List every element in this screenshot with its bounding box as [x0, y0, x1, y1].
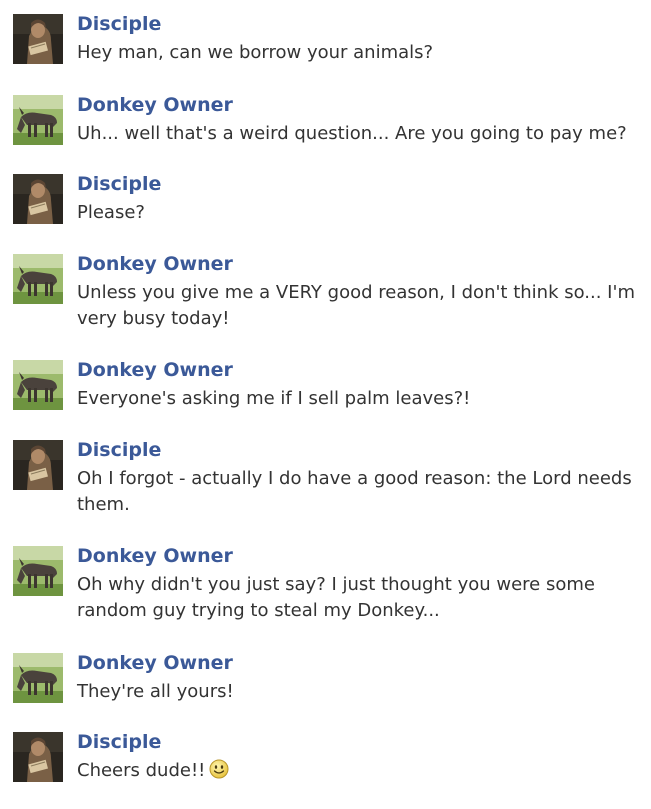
message-text: Cheers dude!! — [77, 758, 637, 787]
disciple-avatar[interactable] — [13, 732, 63, 782]
donkey-avatar[interactable] — [13, 254, 63, 304]
sender-name[interactable]: Donkey Owner — [77, 252, 233, 276]
sender-name[interactable]: Disciple — [77, 730, 161, 754]
sender-name[interactable]: Donkey Owner — [77, 651, 233, 675]
sender-name[interactable]: Donkey Owner — [77, 544, 233, 568]
donkey-avatar[interactable] — [13, 653, 63, 703]
message-text: Hey man, can we borrow your animals? — [77, 42, 434, 63]
sender-name[interactable]: Disciple — [77, 438, 161, 462]
message-text-content: Cheers dude!! — [77, 760, 206, 781]
message-text: Unless you give me a VERY good reason, I… — [77, 282, 635, 329]
message-text: Oh I forgot - actually I do have a good … — [77, 468, 632, 515]
disciple-avatar[interactable] — [13, 174, 63, 224]
message-text: They're all yours! — [77, 681, 234, 702]
message-text: Oh why didn't you just say? I just thoug… — [77, 574, 595, 621]
sender-name[interactable]: Disciple — [77, 172, 161, 196]
sender-name[interactable]: Disciple — [77, 12, 161, 36]
message-text: Uh... well that's a weird question... Ar… — [77, 123, 627, 144]
donkey-avatar[interactable] — [13, 95, 63, 145]
message-text: Everyone's asking me if I sell palm leav… — [77, 388, 471, 409]
donkey-avatar[interactable] — [13, 546, 63, 596]
smiley-icon — [209, 759, 229, 787]
sender-name[interactable]: Donkey Owner — [77, 358, 233, 382]
message-text: Please? — [77, 202, 145, 223]
disciple-avatar[interactable] — [13, 440, 63, 490]
disciple-avatar[interactable] — [13, 14, 63, 64]
sender-name[interactable]: Donkey Owner — [77, 93, 233, 117]
donkey-avatar[interactable] — [13, 360, 63, 410]
